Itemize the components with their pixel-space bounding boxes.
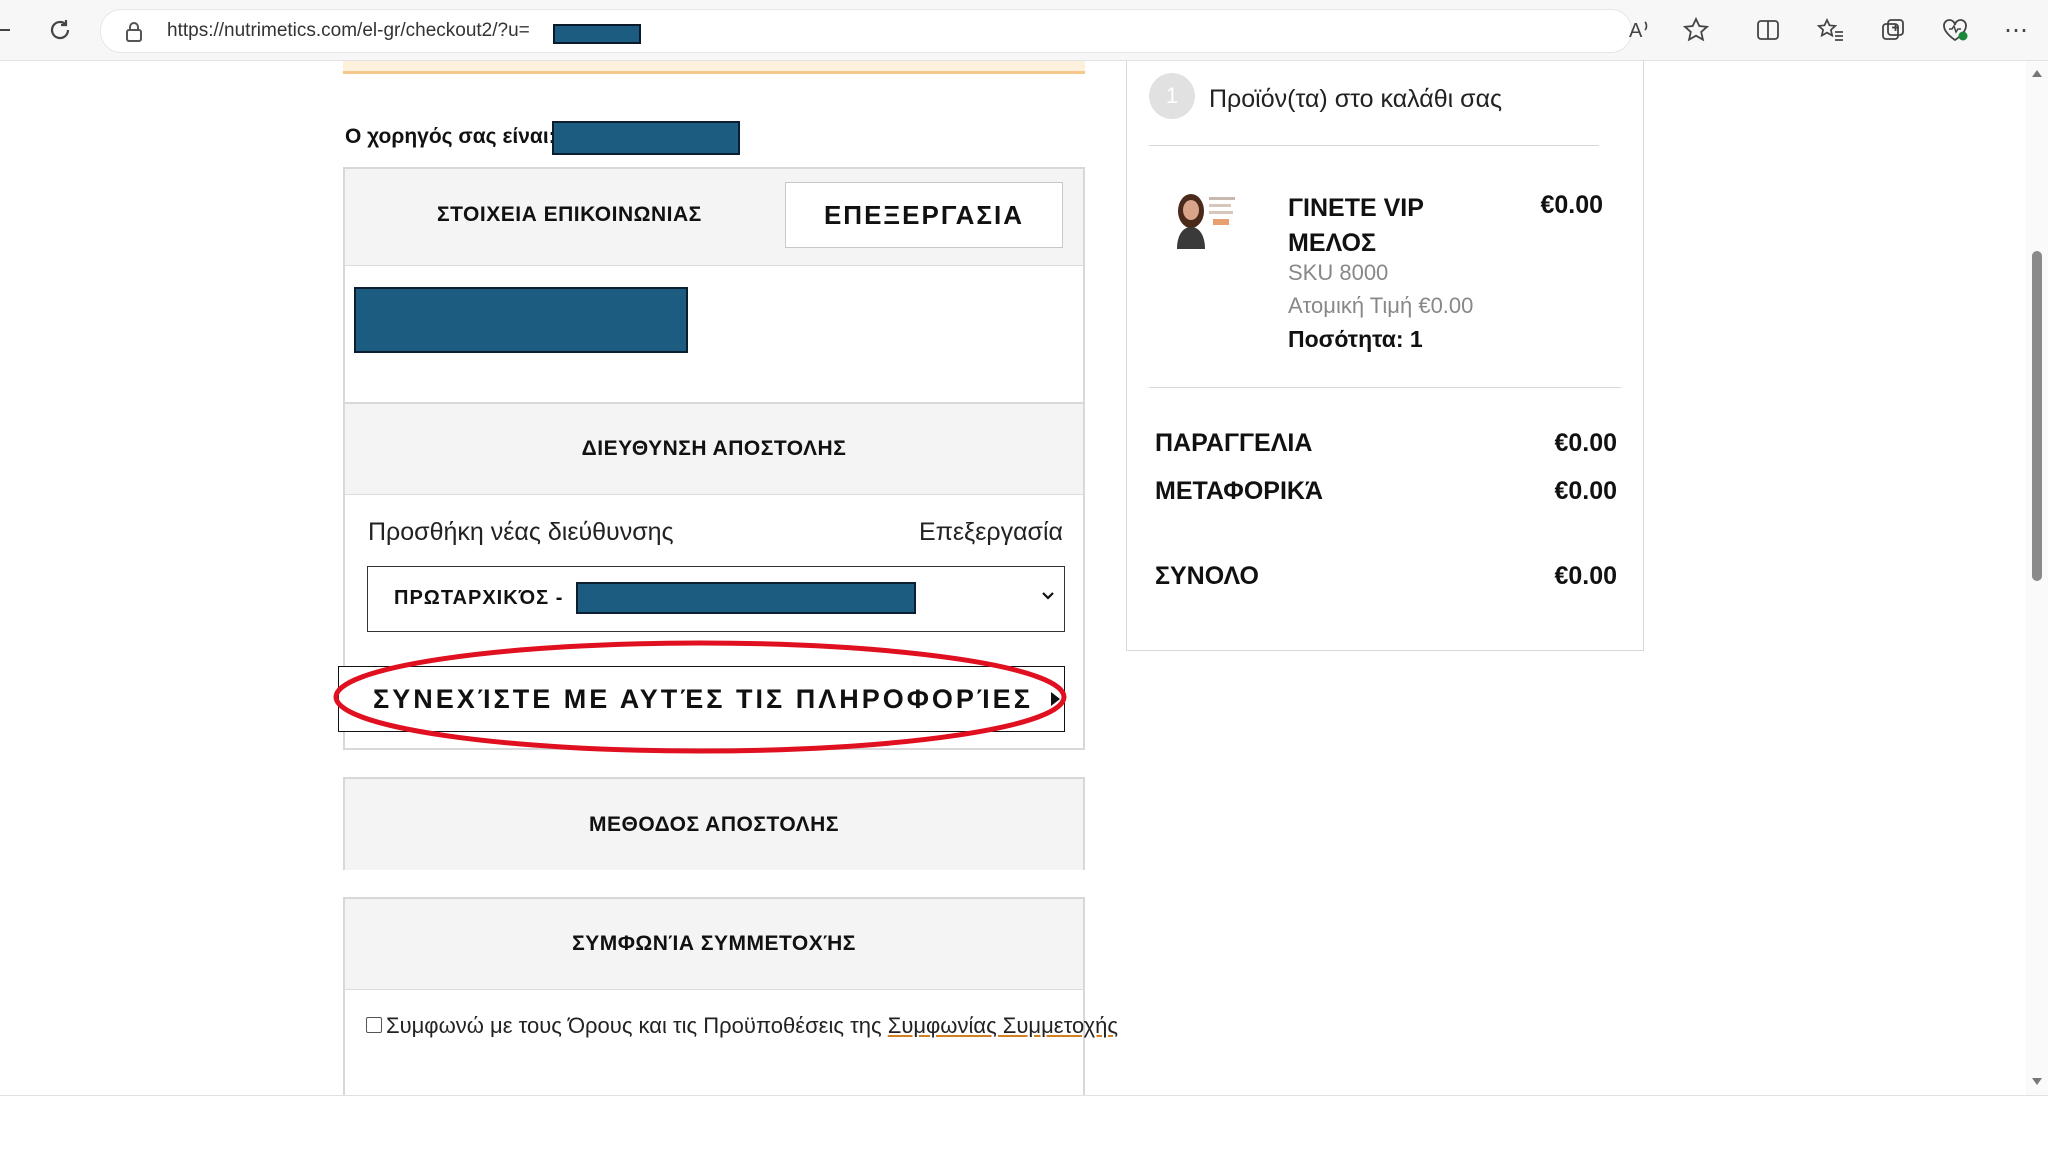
page-content: Ο χορηγός σας είναι: ΣΤΟΙΧΕΙΑ ΕΠΙΚΟΙΝΩΝΙ…: [0, 61, 2026, 1095]
agreement-panel: ΣΥΜΦΩΝΊΑ ΣΥΜΜΕΤΟΧΉΣ: [343, 897, 1085, 1095]
contact-title: ΣΤΟΙΧΕΙΑ ΕΠΙΚΟΙΝΩΝΙΑΣ: [437, 203, 702, 226]
svg-text:A: A: [1629, 20, 1643, 42]
agreement-checkbox[interactable]: [366, 1017, 382, 1034]
sponsor-label: Ο χορηγός σας είναι:: [345, 125, 556, 148]
url-text: https://nutrimetics.com/el-gr/checkout2/…: [167, 20, 530, 41]
cart-divider-top: [1149, 145, 1599, 146]
scrollbar-thumb[interactable]: [2032, 251, 2042, 581]
product-quantity: Ποσότητα: 1: [1288, 326, 1423, 352]
url-redaction: [553, 24, 641, 44]
agreement-checkbox-row[interactable]: Συμφωνώ με τους Όρους και τις Προϋποθέσε…: [366, 1009, 1118, 1043]
scroll-up-arrow-icon[interactable]: [2032, 70, 2042, 77]
product-price: €0.00: [1540, 191, 1603, 219]
shipping-method-panel[interactable]: ΜΕΘΟΔΟΣ ΑΠΟΣΤΟΛΗΣ: [343, 777, 1085, 870]
favorite-star-icon[interactable]: [1680, 14, 1712, 46]
split-screen-icon[interactable]: [1752, 14, 1784, 46]
scroll-down-arrow-icon[interactable]: [2032, 1078, 2042, 1085]
shipping-method-header: ΜΕΘΟΔΟΣ ΑΠΟΣΤΟΛΗΣ: [345, 779, 1083, 870]
order-total-value: €0.00: [1554, 562, 1617, 590]
order-subtotal-label: ΠΑΡΑΓΓΕΛΙΑ: [1155, 429, 1313, 457]
add-new-address-link[interactable]: Προσθήκη νέας διεύθυνσης: [368, 518, 674, 547]
alert-banner: [343, 61, 1085, 74]
address-redaction: [576, 582, 916, 614]
bottom-blank-area: [0, 1095, 2048, 1153]
agreement-terms-link[interactable]: Συμφωνίας Συμμετοχής: [888, 1013, 1118, 1038]
favorites-icon[interactable]: [1815, 14, 1847, 46]
shipping-cost-value: €0.00: [1554, 477, 1617, 505]
contact-edit-button[interactable]: ΕΠΕΞΕΡΓΑΣΙΑ: [785, 182, 1063, 248]
address-select-value: ΠΡΩΤΑΡΧΙΚΌΣ -: [394, 587, 564, 609]
product-unit-price: Ατομική Τιμή €0.00: [1288, 293, 1474, 318]
contact-redaction: [354, 287, 688, 353]
more-options-icon[interactable]: ⋯: [2000, 14, 2032, 46]
product-sku: SKU 8000: [1288, 260, 1389, 285]
cart-sidebar: 1 Προϊόν(τα) στο καλάθι σας ΓΙΝΕΤΕ VIP Μ…: [1126, 61, 1644, 651]
order-total-label: ΣΥΝΟΛΟ: [1155, 562, 1259, 590]
contact-panel-header: ΣΤΟΙΧΕΙΑ ΕΠΙΚΟΙΝΩΝΙΑΣ ΕΠΕΞΕΡΓΑΣΙΑ: [345, 169, 1083, 266]
refresh-icon[interactable]: [44, 14, 76, 46]
edit-address-link[interactable]: Επεξεργασία: [919, 518, 1063, 547]
cart-step-badge: 1: [1149, 73, 1195, 119]
shipping-address-header: ΔΙΕΥΘΥΝΣΗ ΑΠΟΣΤΟΛΗΣ: [345, 404, 1083, 495]
browser-essentials-icon[interactable]: [1939, 14, 1971, 46]
lock-icon: [125, 21, 143, 48]
address-select[interactable]: ΠΡΩΤΑΡΧΙΚΌΣ -: [367, 566, 1065, 632]
cart-title: Προϊόν(τα) στο καλάθι σας: [1209, 85, 1503, 113]
highlight-circle: [333, 640, 1067, 754]
contact-panel: ΣΤΟΙΧΕΙΑ ΕΠΙΚΟΙΝΩΝΙΑΣ ΕΠΕΞΕΡΓΑΣΙΑ: [343, 167, 1085, 435]
browser-toolbar: https://nutrimetics.com/el-gr/checkout2/…: [0, 0, 2048, 61]
agreement-header: ΣΥΜΦΩΝΊΑ ΣΥΜΜΕΤΟΧΉΣ: [345, 899, 1083, 990]
back-icon[interactable]: [0, 14, 18, 46]
collections-icon[interactable]: [1877, 14, 1909, 46]
address-bar[interactable]: https://nutrimetics.com/el-gr/checkout2/…: [100, 9, 1632, 53]
read-aloud-icon[interactable]: A: [1624, 14, 1656, 46]
product-thumbnail: [1175, 189, 1239, 249]
order-subtotal-value: €0.00: [1554, 429, 1617, 457]
page-scrollbar[interactable]: [2026, 61, 2048, 1095]
cart-divider-summary: [1149, 387, 1621, 388]
agreement-text: Συμφωνώ με τους Όρους και τις Προϋποθέσε…: [386, 1013, 888, 1038]
product-name: ΓΙΝΕΤΕ VIP ΜΕΛΟΣ: [1288, 194, 1424, 257]
sponsor-redaction: [552, 121, 740, 155]
more-options-glyph: ⋯: [2004, 16, 2028, 44]
chevron-down-icon: [1040, 589, 1056, 608]
shipping-cost-label: ΜΕΤΑΦΟΡΙΚΆ: [1155, 477, 1323, 505]
